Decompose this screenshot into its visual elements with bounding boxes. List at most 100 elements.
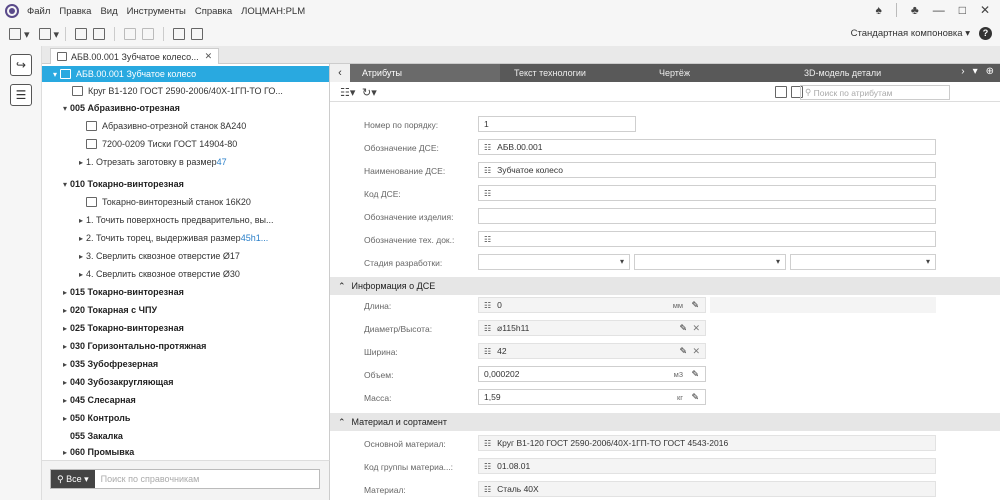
tree-node-step[interactable]: ▸ 3. Сверлить сквозное отверстие Ø17 xyxy=(76,248,240,264)
expand-icon[interactable]: ▸ xyxy=(60,414,70,423)
grid-view-icon[interactable] xyxy=(173,28,186,40)
edit-icon[interactable]: ✎ xyxy=(679,346,687,357)
maximize-button[interactable]: □ xyxy=(959,3,966,17)
tree-node-operation[interactable]: ▸ 035 Зубофрезерная xyxy=(60,356,158,372)
search-scope-button[interactable]: ⚲ Все ▾ xyxy=(51,470,95,488)
width-field[interactable]: ☷ 42 ✎ ✕ xyxy=(478,343,706,359)
tree-node-step[interactable]: ▸ 2. Точить торец, выдерживая размер 45h1… xyxy=(76,230,268,246)
clear-icon[interactable]: ✕ xyxy=(692,323,700,334)
edit-icon[interactable]: ✎ xyxy=(691,369,699,380)
user-icon[interactable]: ♠ xyxy=(875,3,881,17)
menu-lotsman[interactable]: ЛОЦМАН:PLM xyxy=(241,6,305,17)
tree-node-operation[interactable]: ▾ 005 Абразивно-отрезная xyxy=(60,100,180,116)
product-field[interactable] xyxy=(478,208,936,224)
expand-icon[interactable]: ▸ xyxy=(76,270,86,279)
edit-icon[interactable]: ✎ xyxy=(691,300,699,311)
menu-help[interactable]: Справка xyxy=(195,6,232,17)
login-icon[interactable]: ↪ xyxy=(10,54,32,76)
scroll-right-icon[interactable]: › xyxy=(961,66,964,77)
tree-node-operation[interactable]: 055 Закалка xyxy=(70,428,123,444)
tree-node-step[interactable]: ▸ 1. Точить поверхность предварительно, в… xyxy=(76,212,273,228)
expand-icon[interactable]: ▸ xyxy=(76,252,86,261)
menu-edit[interactable]: Правка xyxy=(59,6,91,17)
tree-node-operation[interactable]: ▸ 030 Горизонтально-протяжная xyxy=(60,338,206,354)
volume-field[interactable]: 0,000202 м3 ✎ xyxy=(478,366,706,382)
help-icon[interactable]: ? xyxy=(979,27,992,40)
tree-node-tooling[interactable]: 7200-0209 Тиски ГОСТ 14904-80 xyxy=(86,136,237,152)
tree-node-root[interactable]: ▾ АБВ.00.001 Зубчатое колесо xyxy=(42,66,329,82)
tree-node-operation[interactable]: ▸ 020 Токарная с ЧПУ xyxy=(60,302,157,318)
collapse-icon[interactable]: ▾ xyxy=(50,70,60,79)
expand-icon[interactable]: ▸ xyxy=(76,234,86,243)
mass-field[interactable]: 1,59 кг ✎ xyxy=(478,389,706,405)
tree-node-operation[interactable]: ▸ 060 Промывка xyxy=(60,444,134,460)
close-button[interactable]: ✕ xyxy=(980,3,990,17)
tree-node-operation[interactable]: ▸ 045 Слесарная xyxy=(60,392,136,408)
tab-3d-model[interactable]: 3D-модель детали xyxy=(790,64,895,82)
expand-icon[interactable]: ▸ xyxy=(60,342,70,351)
reference-search-input[interactable]: Поиск по справочникам xyxy=(101,474,200,484)
tab-attributes[interactable]: Атрибуты xyxy=(330,64,500,82)
clear-icon[interactable]: ✕ xyxy=(692,346,700,357)
back-arrow-icon[interactable] xyxy=(124,28,137,40)
expand-icon[interactable]: ▸ xyxy=(76,216,86,225)
expand-icon[interactable]: ▸ xyxy=(60,288,70,297)
edit-icon[interactable]: ✎ xyxy=(679,323,687,334)
document-list-icon[interactable]: ☰ xyxy=(10,84,32,106)
tree-node-equipment[interactable]: Абразивно-отрезной станок 8А240 xyxy=(86,118,246,134)
tab-drawing[interactable]: Чертёж xyxy=(645,64,790,82)
stage-select-1[interactable] xyxy=(478,254,630,270)
close-tab-icon[interactable]: ✕ xyxy=(205,51,213,62)
minimize-button[interactable]: — xyxy=(933,3,945,17)
edit-icon[interactable]: ✎ xyxy=(691,392,699,403)
diameter-field[interactable]: ☷ ⌀115h11 ✎ ✕ xyxy=(478,320,706,336)
group-code-field[interactable]: ☷ 01.08.01 xyxy=(478,458,936,474)
order-field[interactable]: 1 xyxy=(478,116,636,132)
tree-node-operation[interactable]: ▸ 040 Зубозакругляющая xyxy=(60,374,174,390)
stage-select-3[interactable] xyxy=(790,254,936,270)
library-button[interactable]: ☷ ▾ xyxy=(340,86,355,99)
collapse-icon[interactable]: ▾ xyxy=(60,104,70,113)
stage-select-2[interactable] xyxy=(634,254,786,270)
tree-node-operation[interactable]: ▸ 025 Токарно-винторезная xyxy=(60,320,184,336)
designation-field[interactable]: ☷ АБВ.00.001 xyxy=(478,139,936,155)
tree-node-operation[interactable]: ▸ 050 Контроль xyxy=(60,410,130,426)
menu-tools[interactable]: Инструменты xyxy=(127,6,186,17)
menu-file[interactable]: Файл xyxy=(27,6,50,17)
tab-technology-text[interactable]: Текст технологии xyxy=(500,64,645,82)
tree-node-equipment[interactable]: Токарно-винторезный станок 16К20 xyxy=(86,194,251,210)
attribute-search-input[interactable]: ⚲ Поиск по атрибутам xyxy=(800,85,950,100)
expand-icon[interactable]: ▸ xyxy=(60,396,70,405)
expand-icon[interactable]: ▸ xyxy=(60,448,70,457)
pin-icon[interactable]: ⊕ xyxy=(986,66,994,77)
expand-icon[interactable]: ▸ xyxy=(60,306,70,315)
dimension-link[interactable]: 45h1... xyxy=(241,233,269,243)
new-document-button[interactable]: ▾ xyxy=(6,28,30,41)
document-tab[interactable]: АБВ.00.001 Зубчатое колесо... ✕ xyxy=(50,48,220,64)
length-field[interactable]: ☷ 0 мм ✎ xyxy=(478,297,706,313)
notification-bell-icon[interactable]: ♣ xyxy=(911,3,919,17)
name-field[interactable]: ☷ Зубчатое колесо xyxy=(478,162,936,178)
section-material[interactable]: ⌃ Материал и сортамент xyxy=(330,413,1000,431)
techdoc-field[interactable]: ☷ xyxy=(478,231,936,247)
tree-view-icon[interactable] xyxy=(775,86,787,98)
tree-node-operation[interactable]: ▸ 015 Токарно-винторезная xyxy=(60,284,184,300)
tree-node-operation[interactable]: ▾ 010 Токарно-винторезная xyxy=(60,176,184,192)
tree-node-step[interactable]: ▸ 4. Сверлить сквозное отверстие Ø30 xyxy=(76,266,240,282)
dimension-link[interactable]: 47 xyxy=(217,157,227,167)
expand-icon[interactable]: ▸ xyxy=(76,158,86,167)
layout-selector[interactable]: Стандартная компоновка ▾ xyxy=(851,28,970,39)
scroll-left-icon[interactable]: ‹ xyxy=(330,64,350,82)
refresh-button[interactable]: ↻ ▾ xyxy=(362,86,377,99)
base-material-field[interactable]: ☷ Круг В1-120 ГОСТ 2590-2006/40Х-1ГП-ТО Г… xyxy=(478,435,936,451)
save-icon[interactable] xyxy=(75,28,88,40)
material-field[interactable]: ☷ Сталь 40Х xyxy=(478,481,936,497)
forward-arrow-icon[interactable] xyxy=(142,28,155,40)
open-folder-button[interactable]: ▾ xyxy=(36,28,59,41)
chevron-down-icon[interactable]: ▾ xyxy=(973,66,978,77)
expand-icon[interactable]: ▸ xyxy=(60,360,70,369)
expand-icon[interactable]: ▸ xyxy=(60,324,70,333)
save-all-icon[interactable] xyxy=(93,28,106,40)
expand-icon[interactable]: ▸ xyxy=(60,378,70,387)
tree-node-material[interactable]: Круг В1-120 ГОСТ 2590-2006/40Х-1ГП-ТО ГО… xyxy=(72,83,283,99)
